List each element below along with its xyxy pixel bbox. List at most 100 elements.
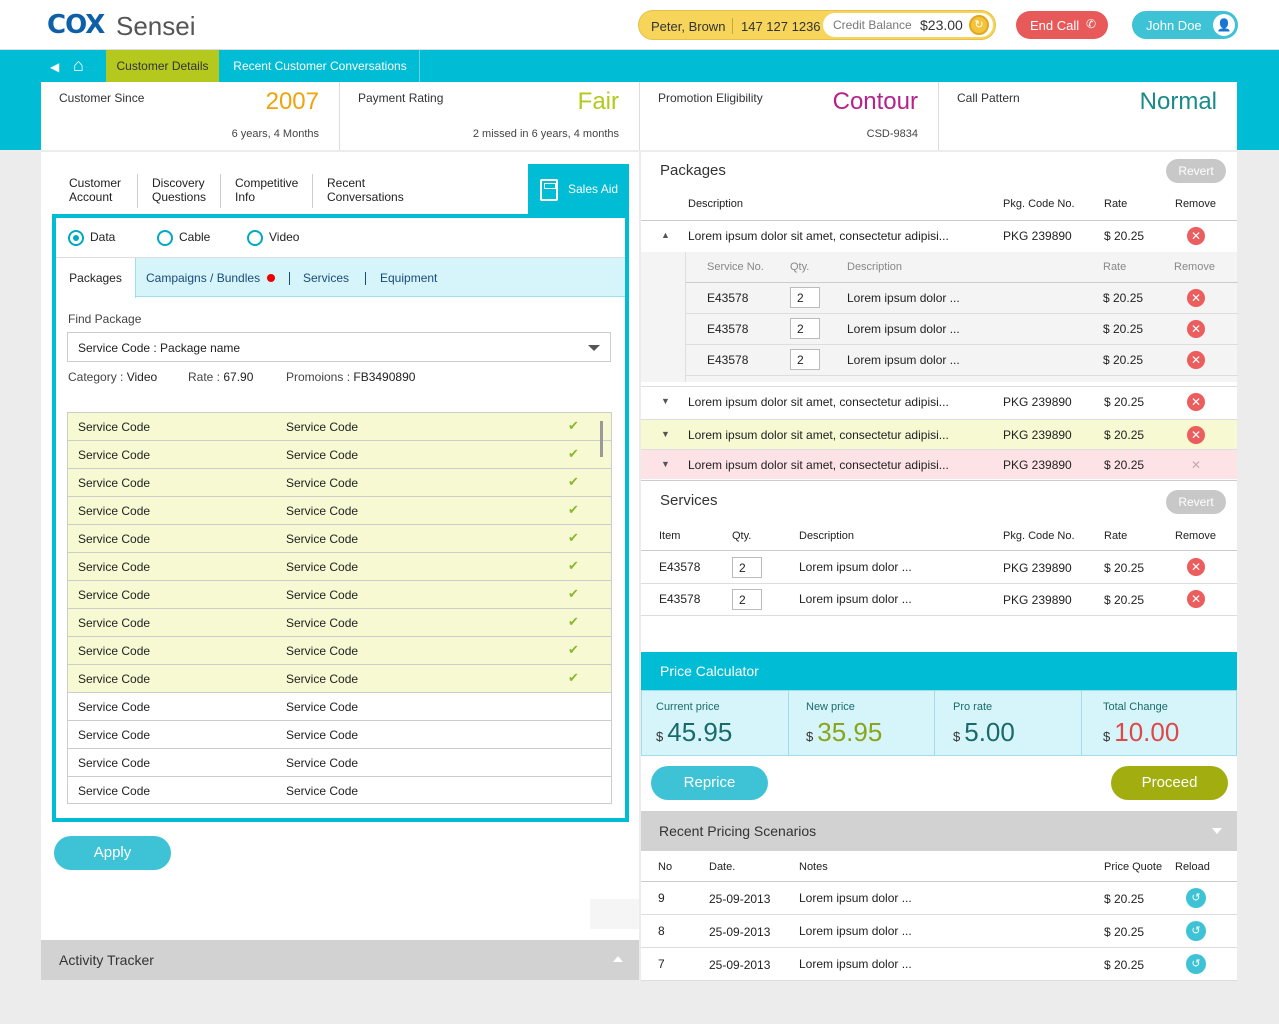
quantity-input[interactable]: 2 bbox=[790, 318, 820, 339]
tab-discovery-questions[interactable]: Discovery Questions bbox=[152, 176, 206, 204]
proceed-button[interactable]: Proceed bbox=[1111, 766, 1228, 800]
tab-competitive-info[interactable]: Competitive Info bbox=[235, 176, 298, 204]
back-arrow-icon[interactable]: ◀ bbox=[50, 60, 59, 74]
list-item[interactable]: Service Code Service Code ✔ bbox=[68, 469, 611, 497]
service-code-cell: Service Code bbox=[286, 448, 359, 462]
calc-value: $45.95 bbox=[656, 717, 732, 748]
remove-icon[interactable]: ✕ bbox=[1187, 393, 1205, 411]
service-code-cell: Service Code bbox=[286, 588, 359, 602]
subtab-services[interactable]: Services bbox=[303, 271, 349, 285]
find-package-select[interactable]: Service Code : Package name bbox=[67, 332, 611, 362]
credit-value: $23.00 bbox=[920, 17, 963, 33]
service-rate: $ 20.25 bbox=[1103, 322, 1144, 336]
service-no: E43578 bbox=[707, 353, 749, 367]
scenario-row: 7 25-09-2013 Lorem ipsum dolor ... $ 20.25 ↺ bbox=[641, 948, 1237, 981]
summary-value: 2007 bbox=[265, 88, 319, 115]
calc-amount: 10.00 bbox=[1114, 717, 1180, 747]
summary-label: Promotion Eligibility bbox=[658, 91, 763, 105]
list-item[interactable]: Service Code Service Code ✔ bbox=[68, 637, 611, 665]
reload-icon[interactable]: ↺ bbox=[1186, 888, 1206, 908]
service-code: PKG 239890 bbox=[1003, 593, 1072, 607]
divider bbox=[641, 220, 1237, 221]
recent-pricing-scenarios-header[interactable]: Recent Pricing Scenarios bbox=[641, 811, 1237, 851]
chevron-down-icon[interactable] bbox=[1212, 828, 1222, 834]
list-item[interactable]: Service Code Service Code ✔ bbox=[68, 553, 611, 581]
services-revert-button[interactable]: Revert bbox=[1166, 490, 1226, 514]
caller-phone: 147 127 1236 bbox=[741, 19, 821, 34]
list-item[interactable]: Service Code Service Code bbox=[68, 777, 611, 803]
home-icon[interactable]: ⌂ bbox=[73, 55, 84, 76]
radio-cable[interactable]: Cable bbox=[157, 230, 210, 246]
list-item[interactable]: Service Code Service Code ✔ bbox=[68, 497, 611, 525]
list-item[interactable]: Service Code Service Code ✔ bbox=[68, 609, 611, 637]
radio-data[interactable]: Data bbox=[68, 230, 115, 246]
promotions-value: FB3490890 bbox=[353, 370, 416, 384]
service-rate: $ 20.25 bbox=[1104, 561, 1145, 575]
reload-icon[interactable]: ↺ bbox=[1186, 921, 1206, 941]
quantity-input[interactable]: 2 bbox=[790, 287, 820, 308]
list-item[interactable]: Service Code Service Code ✔ bbox=[68, 525, 611, 553]
remove-icon[interactable]: ✕ bbox=[1187, 227, 1205, 245]
reload-icon[interactable]: ↺ bbox=[1186, 954, 1206, 974]
checkmark-icon: ✔ bbox=[568, 614, 579, 629]
scrollbar[interactable] bbox=[600, 421, 603, 457]
column-header: Qty. bbox=[732, 530, 752, 542]
apply-button[interactable]: Apply bbox=[54, 836, 171, 870]
expand-triangle-icon[interactable]: ▼ bbox=[661, 459, 670, 469]
service-rate: $ 20.25 bbox=[1103, 291, 1144, 305]
service-code-cell: Service Code bbox=[78, 476, 151, 490]
packages-revert-button[interactable]: Revert bbox=[1166, 159, 1226, 183]
remove-icon[interactable]: ✕ bbox=[1187, 320, 1205, 338]
quantity-input[interactable]: 2 bbox=[732, 589, 762, 610]
remove-icon[interactable]: ✕ bbox=[1187, 426, 1205, 444]
quantity-input[interactable]: 2 bbox=[732, 557, 762, 578]
list-item[interactable]: Service Code Service Code bbox=[68, 693, 611, 721]
tab-customer-account[interactable]: Customer Account bbox=[69, 176, 121, 204]
tab-customer-details[interactable]: Customer Details bbox=[106, 50, 219, 82]
list-item[interactable]: Service Code Service Code ✔ bbox=[68, 581, 611, 609]
tab-recent-customer-conversations[interactable]: Recent Customer Conversations bbox=[221, 50, 420, 82]
subtab-packages[interactable]: Packages bbox=[56, 258, 136, 298]
collapse-triangle-icon[interactable]: ▲ bbox=[661, 230, 670, 240]
notification-dot bbox=[267, 274, 275, 282]
chevron-up-icon[interactable] bbox=[613, 956, 623, 962]
package-desc: Lorem ipsum dolor sit amet, consectetur … bbox=[688, 458, 949, 472]
end-call-button[interactable]: End Call ✆ bbox=[1016, 11, 1108, 39]
remove-icon[interactable]: ✕ bbox=[1187, 456, 1205, 474]
tab-sales-aid[interactable]: Sales Aid bbox=[528, 164, 629, 216]
user-menu-button[interactable]: John Doe 👤 bbox=[1132, 11, 1238, 39]
list-item[interactable]: Service Code Service Code ✔ bbox=[68, 413, 611, 441]
remove-icon[interactable]: ✕ bbox=[1187, 351, 1205, 369]
list-item[interactable]: Service Code Service Code ✔ bbox=[68, 441, 611, 469]
remove-icon[interactable]: ✕ bbox=[1187, 558, 1205, 576]
refresh-credit-icon[interactable]: ↻ bbox=[969, 15, 989, 35]
remove-icon[interactable]: ✕ bbox=[1187, 289, 1205, 307]
reprice-button[interactable]: Reprice bbox=[651, 766, 768, 800]
expand-triangle-icon[interactable]: ▼ bbox=[661, 396, 670, 406]
remove-icon[interactable]: ✕ bbox=[1187, 590, 1205, 608]
list-item[interactable]: Service Code Service Code bbox=[68, 721, 611, 749]
expand-triangle-icon[interactable]: ▼ bbox=[661, 429, 670, 439]
category-label: Category : bbox=[68, 370, 124, 384]
radio-selected-icon bbox=[68, 230, 84, 246]
column-header: Price Quote bbox=[1104, 861, 1163, 873]
brand-logo: COX bbox=[47, 10, 105, 40]
package-rate: $ 20.25 bbox=[1104, 229, 1145, 243]
service-type-radios: Data Cable Video bbox=[56, 218, 625, 258]
service-code-cell: Service Code bbox=[78, 728, 151, 742]
list-item[interactable]: Service Code Service Code ✔ bbox=[68, 665, 611, 693]
list-item[interactable]: Service Code Service Code bbox=[68, 749, 611, 777]
tab-divider bbox=[137, 174, 138, 208]
activity-tracker[interactable]: Activity Tracker bbox=[41, 940, 639, 980]
subtab-campaigns-bundles[interactable]: Campaigns / Bundles bbox=[146, 271, 260, 285]
radio-video[interactable]: Video bbox=[247, 230, 299, 246]
column-header: Service No. bbox=[707, 261, 764, 273]
find-package-value: Service Code : Package name bbox=[78, 341, 241, 355]
scenario-no: 8 bbox=[658, 924, 665, 938]
subtab-equipment[interactable]: Equipment bbox=[380, 271, 437, 285]
quantity-input[interactable]: 2 bbox=[790, 349, 820, 370]
service-code-cell: Service Code bbox=[286, 700, 359, 714]
package-rate: $ 20.25 bbox=[1104, 428, 1145, 442]
checkmark-icon: ✔ bbox=[568, 418, 579, 433]
tab-recent-conversations[interactable]: Recent Conversations bbox=[327, 176, 404, 204]
